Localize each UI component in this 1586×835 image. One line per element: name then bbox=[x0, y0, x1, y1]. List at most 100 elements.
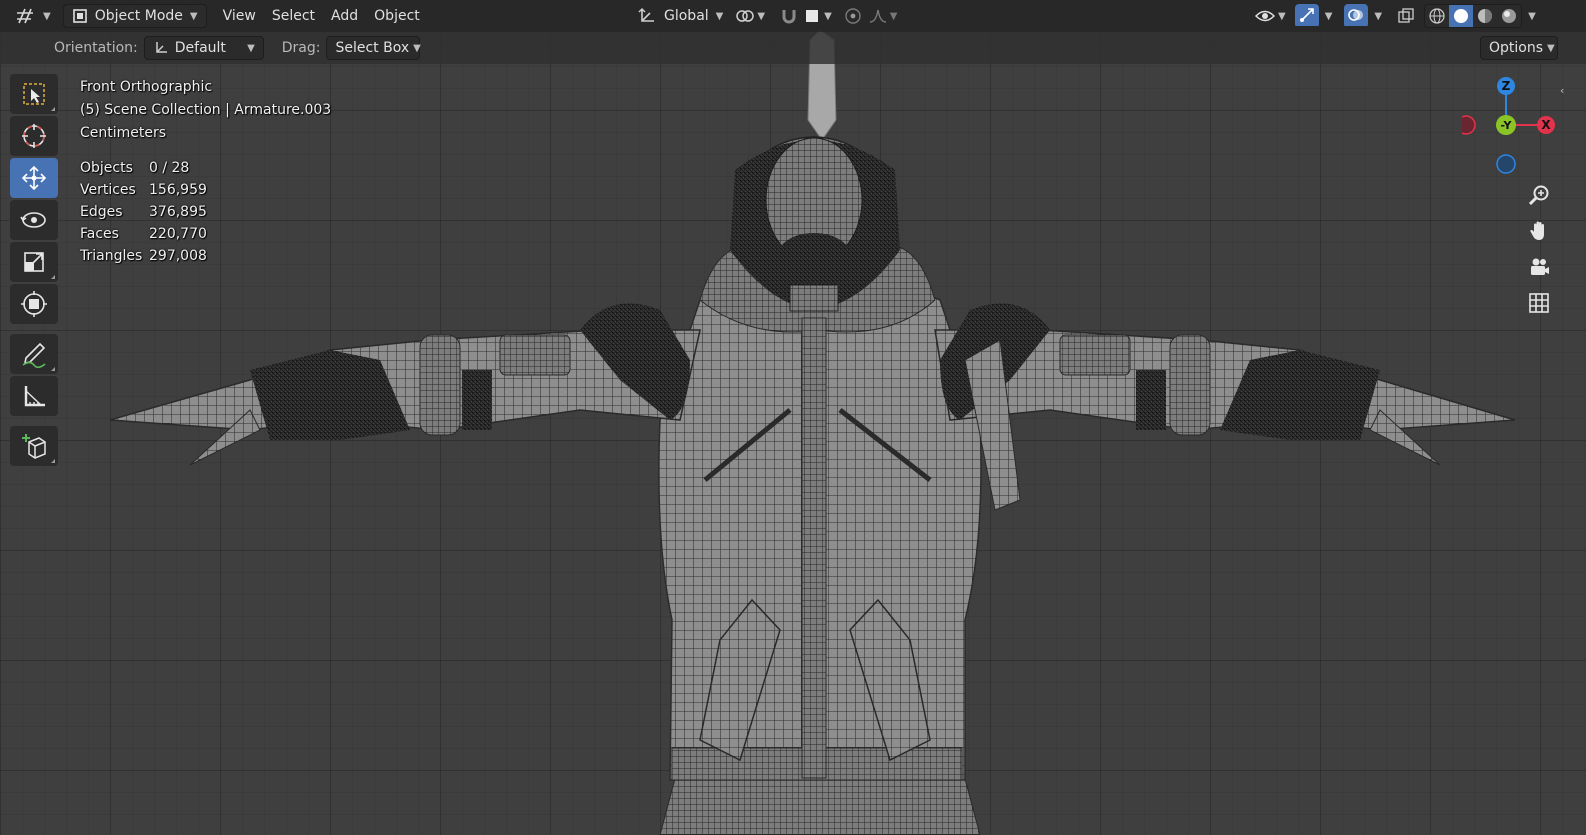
orientation-dropdown[interactable]: Default ▼ bbox=[143, 36, 264, 60]
chevron-down-icon[interactable]: ▼ bbox=[1528, 11, 1536, 22]
menu-view[interactable]: View bbox=[215, 4, 264, 28]
move-tool[interactable] bbox=[10, 158, 58, 198]
zoom-magnifier-icon bbox=[1528, 184, 1550, 206]
chevron-down-icon[interactable]: ▼ bbox=[1325, 11, 1333, 22]
zoom-button[interactable] bbox=[1522, 178, 1556, 212]
toggle-ortho-button[interactable] bbox=[1522, 286, 1556, 320]
proportional-falloff-select[interactable]: ▼ bbox=[865, 4, 901, 28]
hand-icon bbox=[1528, 220, 1550, 242]
stat-label: Triangles bbox=[80, 248, 143, 264]
scene-statistics: Objects 0 / 28 Vertices 156,959 Edges 376,8… bbox=[80, 157, 331, 267]
pivot-point-button[interactable]: ▼ bbox=[731, 4, 769, 28]
menu-select[interactable]: Select bbox=[264, 4, 323, 28]
overlay-toggle[interactable] bbox=[1344, 4, 1369, 26]
select-box-tool[interactable] bbox=[10, 74, 58, 114]
xray-icon bbox=[1397, 7, 1415, 25]
shading-mode-group bbox=[1424, 4, 1523, 28]
drag-value: Select Box bbox=[335, 40, 410, 56]
stat-label: Edges bbox=[80, 204, 123, 220]
sidebar-toggle-arrow[interactable]: ‹ bbox=[1560, 84, 1564, 97]
editor-type-button[interactable]: ▼ bbox=[12, 4, 55, 28]
gizmo-neg-z-ball[interactable] bbox=[1496, 154, 1516, 174]
shading-wireframe-button[interactable] bbox=[1425, 5, 1449, 27]
chevron-down-icon: ▼ bbox=[715, 10, 724, 22]
overlay-toggle-group bbox=[1344, 4, 1369, 28]
tool-shelf bbox=[8, 72, 60, 468]
stat-row: Objects 0 / 28 bbox=[80, 157, 331, 179]
orientation-label: Global bbox=[664, 8, 709, 24]
camera-icon bbox=[1528, 256, 1550, 278]
stat-row: Faces 220,770 bbox=[80, 223, 331, 245]
chevron-down-icon: ▼ bbox=[413, 42, 421, 54]
proportional-edit-toggle[interactable] bbox=[841, 4, 865, 28]
select-box-icon bbox=[21, 81, 47, 107]
stat-label: Objects bbox=[80, 160, 133, 176]
gizmo-y-label: -Y bbox=[1501, 119, 1513, 132]
viewport-editor-icon bbox=[16, 7, 36, 25]
snap-toggle[interactable] bbox=[777, 4, 801, 28]
chevron-down-icon: ▼ bbox=[247, 42, 255, 54]
shading-solid-button[interactable] bbox=[1449, 5, 1474, 27]
chevron-down-icon: ▼ bbox=[757, 10, 766, 22]
chevron-down-icon[interactable]: ▼ bbox=[1374, 11, 1382, 22]
orientation-field-label: Orientation: bbox=[54, 40, 138, 56]
transform-icon bbox=[20, 290, 48, 318]
stat-value: 156,959 bbox=[149, 182, 207, 198]
shading-material-button[interactable] bbox=[1473, 5, 1497, 27]
stat-row: Triangles 297,008 bbox=[80, 245, 331, 267]
stat-value: 297,008 bbox=[149, 248, 207, 264]
drag-field-label: Drag: bbox=[281, 40, 321, 56]
pivot-icon bbox=[735, 7, 755, 25]
add-cube-icon bbox=[20, 432, 48, 460]
xray-toggle[interactable] bbox=[1394, 4, 1418, 28]
cursor-tool[interactable] bbox=[10, 116, 58, 156]
view-name: Front Orthographic bbox=[80, 79, 213, 95]
measure-tool[interactable] bbox=[10, 376, 58, 416]
material-sphere-icon bbox=[1476, 7, 1494, 25]
gizmo-neg-x-ball[interactable] bbox=[1462, 115, 1476, 135]
stat-label: Vertices bbox=[80, 182, 136, 198]
drag-dropdown[interactable]: Select Box ▼ bbox=[326, 36, 421, 60]
stat-value: 376,895 bbox=[149, 204, 207, 220]
menu-object[interactable]: Object bbox=[366, 4, 428, 28]
scale-tool[interactable] bbox=[10, 242, 58, 282]
scale-icon bbox=[21, 249, 47, 275]
orientation-value: Default bbox=[174, 40, 226, 56]
transform-orientation-select[interactable]: Global ▼ bbox=[630, 4, 731, 28]
transform-tool[interactable] bbox=[10, 284, 58, 324]
annotate-pencil-icon bbox=[20, 340, 48, 368]
rendered-sphere-icon bbox=[1500, 7, 1518, 25]
annotate-tool[interactable] bbox=[10, 334, 58, 374]
chevron-down-icon: ▼ bbox=[889, 10, 898, 22]
stat-row: Vertices 156,959 bbox=[80, 179, 331, 201]
unit-system: Centimeters bbox=[80, 125, 167, 141]
menu-add[interactable]: Add bbox=[323, 4, 366, 28]
magnet-icon bbox=[780, 7, 798, 25]
orientation-axes-icon bbox=[153, 40, 169, 56]
grid-icon bbox=[1528, 292, 1550, 314]
falloff-curve-icon bbox=[868, 8, 888, 24]
add-cube-tool[interactable] bbox=[10, 426, 58, 466]
chevron-down-icon: ▼ bbox=[1278, 10, 1286, 22]
gizmo-toggle[interactable] bbox=[1294, 4, 1319, 26]
eye-icon bbox=[1255, 8, 1275, 24]
wireframe-sphere-icon bbox=[1428, 7, 1446, 25]
collection-info: (5) Scene Collection | Armature.003 bbox=[80, 102, 332, 118]
snap-element-select[interactable]: ▼ bbox=[801, 4, 835, 28]
stat-label: Faces bbox=[80, 226, 119, 242]
rotate-tool[interactable] bbox=[10, 200, 58, 240]
viewport-header: ▼ Object Mode ▼ View Select Add Object G… bbox=[0, 0, 1586, 32]
solid-sphere-icon bbox=[1452, 7, 1470, 25]
gizmo-toggle-group bbox=[1294, 4, 1319, 28]
pan-button[interactable] bbox=[1522, 214, 1556, 248]
gizmo-z-label: Z bbox=[1502, 79, 1511, 93]
proportional-edit-icon bbox=[844, 7, 862, 25]
chevron-down-icon: ▼ bbox=[43, 10, 51, 22]
options-dropdown[interactable]: Options ▼ bbox=[1480, 36, 1558, 60]
mode-select[interactable]: Object Mode ▼ bbox=[62, 4, 207, 28]
navigation-gizmo[interactable]: Z X -Y bbox=[1462, 76, 1562, 176]
camera-view-button[interactable] bbox=[1522, 250, 1556, 284]
move-arrows-icon bbox=[20, 164, 48, 192]
visibility-select[interactable]: ▼ bbox=[1252, 4, 1289, 28]
shading-rendered-button[interactable] bbox=[1497, 5, 1521, 27]
